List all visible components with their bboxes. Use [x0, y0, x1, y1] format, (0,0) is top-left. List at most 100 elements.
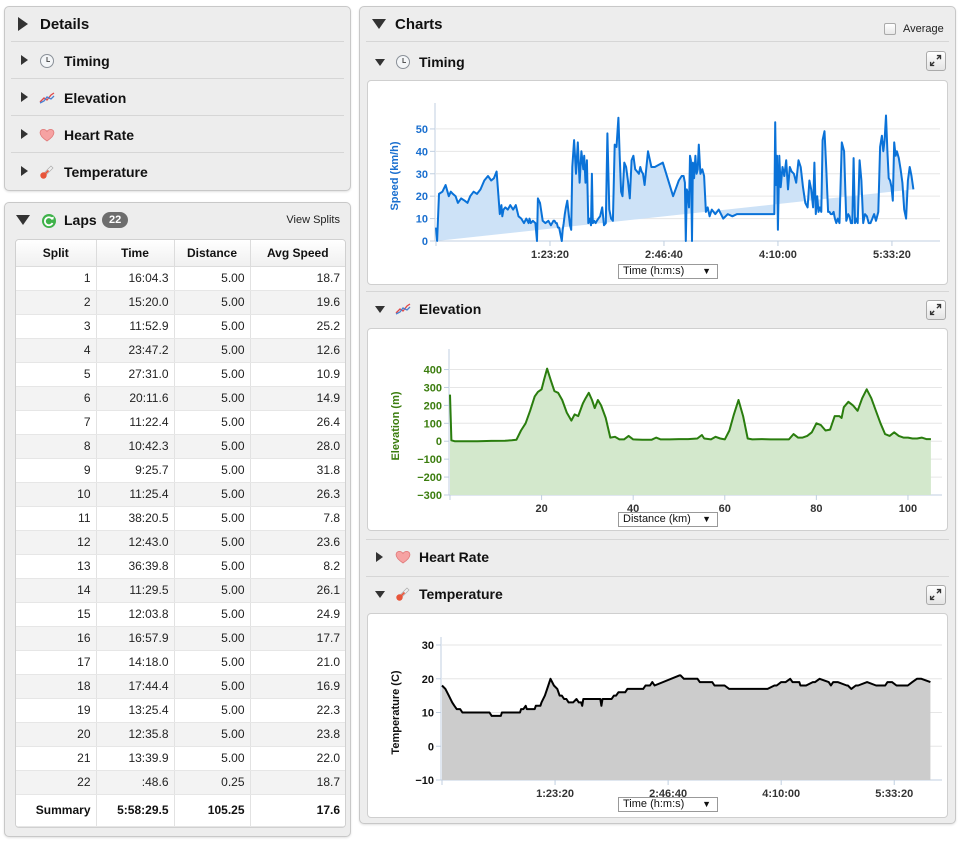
- collapse-triangle-icon[interactable]: [372, 19, 386, 29]
- lap-row[interactable]: 14 11:29.5 5.00 26.1: [16, 578, 345, 603]
- lap-row[interactable]: 12 12:43.0 5.00 23.6: [16, 530, 345, 555]
- lap-time: 9:25.7: [96, 458, 175, 483]
- lap-distance: 5.00: [174, 386, 251, 411]
- clock-icon: [396, 55, 410, 69]
- elevation-x-axis-select[interactable]: Distance (km) ▼: [618, 512, 718, 527]
- lap-row[interactable]: 5 27:31.0 5.00 10.9: [16, 362, 345, 387]
- y-tick-label: 0: [422, 236, 428, 248]
- lap-split: 22: [16, 770, 97, 795]
- timing-section-label: Timing: [419, 54, 465, 70]
- details-item-heart-rate[interactable]: Heart Rate: [11, 116, 344, 153]
- x-tick-label: 5:33:20: [873, 249, 911, 261]
- lap-row[interactable]: 13 36:39.8 5.00 8.2: [16, 554, 345, 579]
- series-area: [436, 115, 914, 241]
- y-tick-label: 0: [428, 741, 434, 753]
- lap-row[interactable]: 9 9:25.7 5.00 31.8: [16, 458, 345, 483]
- lap-distance: 5.00: [174, 578, 251, 603]
- details-list: Timing Elevation Heart Rate Temperature: [5, 42, 350, 190]
- lap-split: 14: [16, 578, 97, 603]
- lap-row[interactable]: 6 20:11.6 5.00 14.9: [16, 386, 345, 411]
- collapse-triangle-icon[interactable]: [18, 17, 28, 31]
- expand-chart-button[interactable]: [926, 51, 946, 71]
- average-label[interactable]: Average: [903, 23, 944, 35]
- lap-row[interactable]: 1 16:04.3 5.00 18.7: [16, 266, 345, 291]
- charts-header[interactable]: Charts Average: [360, 7, 955, 41]
- timing-x-axis-select[interactable]: Time (h:m:s) ▼: [618, 264, 718, 279]
- lap-avg-speed: 28.0: [250, 434, 345, 459]
- lap-split: 1: [16, 266, 97, 291]
- lap-avg-speed: 14.9: [250, 386, 345, 411]
- column-header-time[interactable]: Time: [96, 240, 175, 267]
- lap-row[interactable]: 15 12:03.8 5.00 24.9: [16, 602, 345, 627]
- lap-split: 7: [16, 410, 97, 435]
- lap-row[interactable]: 7 11:22.4 5.00 26.4: [16, 410, 345, 435]
- lap-avg-speed: 26.4: [250, 410, 345, 435]
- charts-panel: Charts Average Timing 0 10 20 30 40 50 1:23:20…: [359, 6, 956, 824]
- lap-distance: 5.00: [174, 602, 251, 627]
- expand-triangle-icon: [21, 129, 28, 139]
- expand-chart-button[interactable]: [926, 585, 946, 605]
- lap-split: 2: [16, 290, 97, 315]
- lap-time: 13:25.4: [96, 698, 175, 723]
- details-item-timing[interactable]: Timing: [11, 42, 344, 79]
- collapse-triangle-icon[interactable]: [375, 59, 385, 66]
- lap-time: 11:25.4: [96, 482, 175, 507]
- lap-distance: 5.00: [174, 746, 251, 771]
- lap-time: 23:47.2: [96, 338, 175, 363]
- view-splits-link[interactable]: View Splits: [286, 214, 340, 226]
- x-tick-label: 60: [719, 503, 731, 515]
- details-title: Details: [40, 16, 90, 33]
- lap-split: 8: [16, 434, 97, 459]
- refresh-laps-icon: [42, 214, 56, 228]
- laps-header[interactable]: Laps 22 View Splits: [5, 203, 350, 237]
- temperature-x-axis-select[interactable]: Time (h:m:s) ▼: [618, 797, 718, 812]
- lap-time: 12:35.8: [96, 722, 175, 747]
- expand-arrows-icon: [929, 588, 942, 601]
- collapse-triangle-icon[interactable]: [375, 306, 385, 313]
- average-checkbox[interactable]: [884, 23, 896, 35]
- lap-row[interactable]: 8 10:42.3 5.00 28.0: [16, 434, 345, 459]
- expand-triangle-icon[interactable]: [376, 552, 383, 562]
- lap-time: 12:43.0: [96, 530, 175, 555]
- column-header-avg-speed[interactable]: Avg Speed: [250, 240, 345, 267]
- lap-time: 36:39.8: [96, 554, 175, 579]
- details-item-label: Timing: [64, 53, 110, 69]
- lap-avg-speed: 10.9: [250, 362, 345, 387]
- lap-row[interactable]: 3 11:52.9 5.00 25.2: [16, 314, 345, 339]
- details-item-elevation[interactable]: Elevation: [11, 79, 344, 116]
- lap-row[interactable]: 11 38:20.5 5.00 7.8: [16, 506, 345, 531]
- select-value: Time (h:m:s): [623, 265, 685, 277]
- laps-count-badge: 22: [102, 212, 129, 228]
- lap-row[interactable]: 18 17:44.4 5.00 16.9: [16, 674, 345, 699]
- temperature-section-header[interactable]: Temperature: [360, 579, 955, 609]
- y-tick-label: −200: [417, 472, 442, 484]
- lap-row[interactable]: 10 11:25.4 5.00 26.3: [16, 482, 345, 507]
- elevation-graph-icon: [39, 92, 55, 104]
- expand-chart-button[interactable]: [926, 300, 946, 320]
- details-item-label: Heart Rate: [64, 127, 135, 143]
- column-header-distance[interactable]: Distance: [174, 240, 251, 267]
- elevation-section-header[interactable]: Elevation: [360, 294, 955, 324]
- dropdown-arrow-icon: ▼: [702, 266, 711, 276]
- lap-time: 14:18.0: [96, 650, 175, 675]
- lap-time: 10:42.3: [96, 434, 175, 459]
- lap-row[interactable]: 17 14:18.0 5.00 21.0: [16, 650, 345, 675]
- lap-row[interactable]: 21 13:39.9 5.00 22.0: [16, 746, 345, 771]
- lap-row[interactable]: 16 16:57.9 5.00 17.7: [16, 626, 345, 651]
- column-header-split[interactable]: Split: [16, 240, 97, 267]
- lap-row[interactable]: 20 12:35.8 5.00 23.8: [16, 722, 345, 747]
- collapse-triangle-icon[interactable]: [375, 591, 385, 598]
- timing-section-header[interactable]: Timing: [360, 47, 955, 77]
- collapse-triangle-icon[interactable]: [16, 215, 30, 225]
- details-header[interactable]: Details: [5, 7, 350, 41]
- laps-table-body: 1 16:04.3 5.00 18.7 2 15:20.0 5.00 19.6 3 11:52.9…: [16, 266, 345, 827]
- lap-time: :48.6: [96, 770, 175, 795]
- y-tick-label: 20: [422, 674, 434, 686]
- lap-row[interactable]: 19 13:25.4 5.00 22.3: [16, 698, 345, 723]
- lap-avg-speed: 18.7: [250, 770, 345, 795]
- details-item-temperature[interactable]: Temperature: [11, 153, 344, 190]
- heart-rate-section-header[interactable]: Heart Rate: [360, 542, 955, 572]
- lap-row[interactable]: 22:48.6 0.25 18.7: [16, 770, 345, 795]
- lap-row[interactable]: 2 15:20.0 5.00 19.6: [16, 290, 345, 315]
- lap-row[interactable]: 4 23:47.2 5.00 12.6: [16, 338, 345, 363]
